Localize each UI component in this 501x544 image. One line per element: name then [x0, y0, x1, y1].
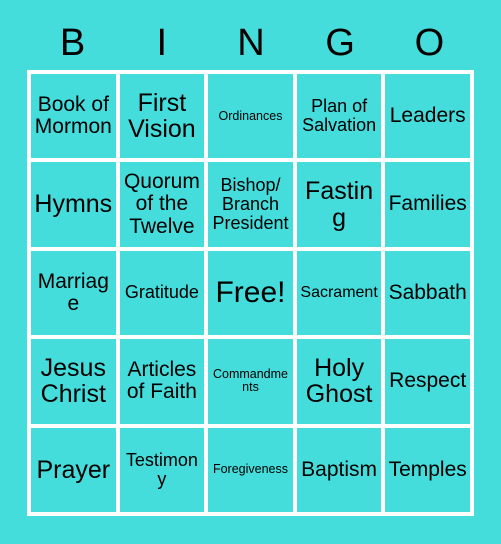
bingo-header-letter-n: N [237, 22, 265, 64]
bingo-cell-r4c4[interactable]: Holy Ghost [296, 339, 382, 424]
bingo-header-letter-g: G [325, 22, 355, 64]
bingo-cell-label: Prayer [36, 455, 111, 484]
bingo-cell-r5c5[interactable]: Temples [385, 427, 470, 512]
bingo-cell-r2c2[interactable]: Quorum of the Twelve [119, 162, 205, 247]
bingo-header-letter-b: B [59, 22, 86, 64]
bingo-cell-r5c2[interactable]: Testimony [119, 427, 205, 512]
bingo-cell-label: Jesus Christ [40, 353, 106, 409]
bingo-cell-label: Bishop/ Branch President [212, 174, 289, 234]
bingo-cell-r2c3[interactable]: Bishop/ Branch President [208, 162, 293, 247]
bingo-free-space-label: Free! [215, 276, 286, 310]
bingo-cell-r1c3[interactable]: Ordinances [208, 74, 293, 159]
bingo-cell-r3c2[interactable]: Gratitude [119, 250, 205, 336]
bingo-cell-r5c3[interactable]: Foregiveness [208, 427, 293, 512]
bingo-cell-label: Foregiveness [212, 462, 289, 477]
bingo-cell-label: Holy Ghost [305, 353, 373, 409]
bingo-cell-label: Baptism [301, 457, 378, 481]
bingo-cell-label: Gratitude [124, 282, 199, 303]
bingo-cell-r1c2[interactable]: First Vision [119, 74, 205, 159]
bingo-cell-label: Marriage [37, 269, 109, 315]
bingo-cell-label: Temples [388, 457, 467, 481]
bingo-header-letter-o: O [414, 22, 445, 64]
bingo-cell-label: Plan of Salvation [302, 96, 377, 136]
bingo-cell-r5c4[interactable]: Baptism [296, 427, 382, 512]
bingo-cell-free-space[interactable]: Free! [208, 250, 293, 336]
bingo-cell-label: Ordinances [218, 108, 283, 123]
bingo-cell-r3c4[interactable]: Sacrament [296, 250, 382, 336]
bingo-cell-label: Book of Mormon [34, 92, 112, 139]
bingo-cell-label: Families [388, 192, 467, 216]
bingo-cell-r4c1[interactable]: Jesus Christ [31, 339, 116, 424]
bingo-cell-label: Testimony [125, 449, 198, 489]
bingo-cell-r4c3[interactable]: Commandments [208, 339, 293, 424]
bingo-cell-r2c1[interactable]: Hymns [31, 162, 116, 247]
bingo-header-letter-i: I [156, 22, 168, 64]
bingo-cell-label: First Vision [128, 88, 196, 144]
bingo-cell-label: Sacrament [300, 283, 378, 301]
bingo-cell-r2c5[interactable]: Families [385, 162, 470, 247]
bingo-cell-r3c1[interactable]: Marriage [31, 250, 116, 336]
bingo-cell-r1c4[interactable]: Plan of Salvation [296, 74, 382, 159]
bingo-grid: Book of Mormon First Vision Ordinances P… [27, 70, 474, 516]
bingo-cell-label: Leaders [389, 104, 466, 128]
bingo-cell-r1c5[interactable]: Leaders [385, 74, 470, 159]
bingo-cell-label: Commandments [212, 367, 288, 395]
bingo-cell-label: Articles of Faith [126, 358, 197, 404]
bingo-header-row: B I N G O [28, 18, 474, 68]
bingo-cell-r1c1[interactable]: Book of Mormon [31, 74, 116, 159]
bingo-cell-label: Respect [389, 369, 467, 393]
bingo-cell-label: Quorum of the Twelve [123, 170, 200, 238]
bingo-cell-r4c5[interactable]: Respect [385, 339, 470, 424]
bingo-card: B I N G O Book of Mormon First Vision Or… [0, 0, 501, 544]
bingo-cell-label: Fasting [305, 177, 374, 232]
bingo-cell-r2c4[interactable]: Fasting [296, 162, 382, 247]
bingo-cell-label: Hymns [34, 190, 113, 219]
bingo-cell-label: Sabbath [388, 280, 467, 304]
bingo-cell-r3c5[interactable]: Sabbath [385, 250, 470, 336]
bingo-cell-r4c2[interactable]: Articles of Faith [119, 339, 205, 424]
bingo-cell-r5c1[interactable]: Prayer [31, 427, 116, 512]
